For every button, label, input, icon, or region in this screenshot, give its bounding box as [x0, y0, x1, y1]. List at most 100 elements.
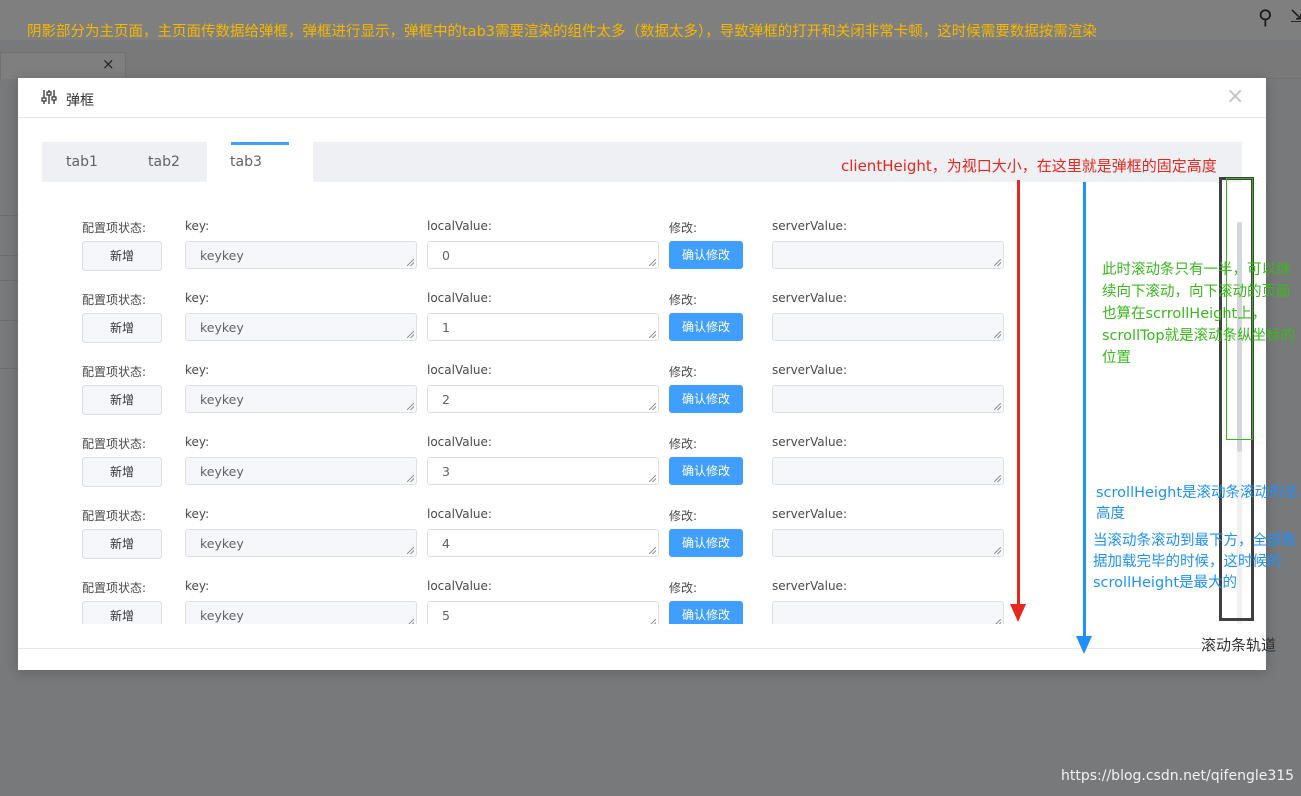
modify-label: 修改:	[669, 365, 698, 379]
confirm-modify-button[interactable]: 确认修改	[669, 529, 743, 557]
resize-grip-icon[interactable]	[407, 403, 414, 410]
key-label: key:	[185, 363, 210, 377]
resize-grip-icon[interactable]	[407, 475, 414, 482]
local-value-label: localValue:	[427, 579, 492, 593]
status-new-button[interactable]: 新增	[82, 385, 162, 415]
key-textarea[interactable]: keykey	[185, 457, 417, 485]
local-value-textarea[interactable]: 3	[427, 457, 659, 485]
status-label: 配置项状态:	[82, 365, 147, 379]
annotation-scroll-height-max: 当滚动条滚动到最下方，全部数据加载完毕的时候，这时候的scrollHeight是…	[1093, 533, 1296, 591]
local-value-textarea[interactable]: 5	[427, 601, 659, 624]
local-value-textarea[interactable]: 4	[427, 529, 659, 557]
key-textarea[interactable]: keykey	[185, 529, 417, 557]
resize-grip-icon[interactable]	[649, 547, 656, 554]
status-new-button[interactable]: 新增	[82, 313, 162, 343]
tab-tab3[interactable]: tab3	[207, 142, 313, 182]
server-value-label: serverValue:	[772, 435, 847, 449]
config-row: 配置项状态: key: localValue: 修改: serverValue:…	[42, 579, 1242, 624]
status-new-button[interactable]: 新增	[82, 601, 162, 624]
resize-grip-icon[interactable]	[649, 331, 656, 338]
status-label: 配置项状态:	[82, 221, 147, 235]
tab-tab1[interactable]: tab1	[66, 142, 126, 182]
server-value-textarea[interactable]	[772, 241, 1004, 269]
resize-grip-icon[interactable]	[994, 547, 1001, 554]
key-textarea[interactable]: keykey	[185, 601, 417, 624]
dialog-title: 弹框	[66, 93, 94, 109]
local-value: 2	[442, 392, 450, 407]
key-label: key:	[185, 291, 210, 305]
resize-grip-icon[interactable]	[994, 403, 1001, 410]
settings-sliders-icon	[41, 90, 57, 104]
confirm-modify-button[interactable]: 确认修改	[669, 313, 743, 341]
resize-grip-icon[interactable]	[649, 619, 656, 624]
confirm-modify-button[interactable]: 确认修改	[669, 385, 743, 413]
resize-grip-icon[interactable]	[407, 331, 414, 338]
resize-grip-icon[interactable]	[649, 403, 656, 410]
local-value-textarea[interactable]: 1	[427, 313, 659, 341]
key-label: key:	[185, 579, 210, 593]
server-value-textarea[interactable]	[772, 529, 1004, 557]
config-row: 配置项状态: key: localValue: 修改: serverValue:…	[42, 435, 1242, 507]
key-label: key:	[185, 435, 210, 449]
status-label: 配置项状态:	[82, 293, 147, 307]
close-icon[interactable]: ×	[1226, 84, 1244, 109]
arrow-down-icon	[1010, 604, 1026, 622]
arrow-down-icon	[1076, 636, 1092, 654]
annotation-scroll-height: scrollHeight是滚动条滚动的总高度	[1096, 485, 1299, 522]
dialog-header: 弹框 ×	[18, 78, 1266, 118]
confirm-modify-button[interactable]: 确认修改	[669, 601, 743, 624]
local-value: 5	[442, 608, 450, 623]
resize-grip-icon[interactable]	[994, 475, 1001, 482]
key-value: keykey	[200, 320, 244, 335]
resize-grip-icon[interactable]	[994, 259, 1001, 266]
server-value-textarea[interactable]	[772, 385, 1004, 413]
resize-grip-icon[interactable]	[407, 547, 414, 554]
local-value: 3	[442, 464, 450, 479]
local-value: 4	[442, 536, 450, 551]
status-new-button[interactable]: 新增	[82, 457, 162, 487]
watermark: https://blog.csdn.net/qifengle315	[1061, 768, 1295, 784]
local-value-label: localValue:	[427, 219, 492, 233]
resize-grip-icon[interactable]	[407, 619, 414, 624]
active-tab-indicator	[231, 142, 289, 145]
local-value: 0	[442, 248, 450, 263]
config-row: 配置项状态: key: localValue: 修改: serverValue:…	[42, 507, 1242, 579]
server-value-textarea[interactable]	[772, 457, 1004, 485]
key-textarea[interactable]: keykey	[185, 241, 417, 269]
status-label: 配置项状态:	[82, 509, 147, 523]
resize-grip-icon[interactable]	[994, 331, 1001, 338]
resize-grip-icon[interactable]	[649, 475, 656, 482]
config-row: 配置项状态: key: localValue: 修改: serverValue:…	[42, 291, 1242, 363]
tab-tab2[interactable]: tab2	[148, 142, 208, 182]
local-value: 1	[442, 320, 450, 335]
config-row: 配置项状态: key: localValue: 修改: serverValue:…	[42, 363, 1242, 435]
key-textarea[interactable]: keykey	[185, 313, 417, 341]
local-value-textarea[interactable]: 2	[427, 385, 659, 413]
annotation-top-note: 阴影部分为主页面，主页面传数据给弹框，弹框进行显示，弹框中的tab3需要渲染的组…	[27, 24, 1097, 40]
resize-grip-icon[interactable]	[407, 259, 414, 266]
status-label: 配置项状态:	[82, 437, 147, 451]
modify-label: 修改:	[669, 509, 698, 523]
server-value-label: serverValue:	[772, 219, 847, 233]
key-value: keykey	[200, 464, 244, 479]
modify-label: 修改:	[669, 293, 698, 307]
local-value-textarea[interactable]: 0	[427, 241, 659, 269]
key-value: keykey	[200, 536, 244, 551]
annotation-track-label: 滚动条轨道	[1201, 636, 1277, 654]
resize-grip-icon[interactable]	[649, 259, 656, 266]
confirm-modify-button[interactable]: 确认修改	[669, 457, 743, 485]
confirm-modify-button[interactable]: 确认修改	[669, 241, 743, 269]
server-value-label: serverValue:	[772, 579, 847, 593]
server-value-textarea[interactable]	[772, 601, 1004, 624]
server-value-textarea[interactable]	[772, 313, 1004, 341]
annotation-client-height: clientHeight，为视口大小，在这里就是弹框的固定高度	[841, 157, 1217, 175]
annotation-scroll-top: 此时滚动条只有一半，可以继续向下滚动，向下滚动的页面也算在scrrollHeig…	[1102, 262, 1296, 366]
key-value: keykey	[200, 608, 244, 623]
resize-grip-icon[interactable]	[994, 619, 1001, 624]
server-value-label: serverValue:	[772, 363, 847, 377]
tabs-container: tab1 tab2 tab3 配置项状态: key: localValue: 修…	[42, 142, 1242, 624]
key-label: key:	[185, 219, 210, 233]
status-new-button[interactable]: 新增	[82, 241, 162, 271]
status-new-button[interactable]: 新增	[82, 529, 162, 559]
key-textarea[interactable]: keykey	[185, 385, 417, 413]
